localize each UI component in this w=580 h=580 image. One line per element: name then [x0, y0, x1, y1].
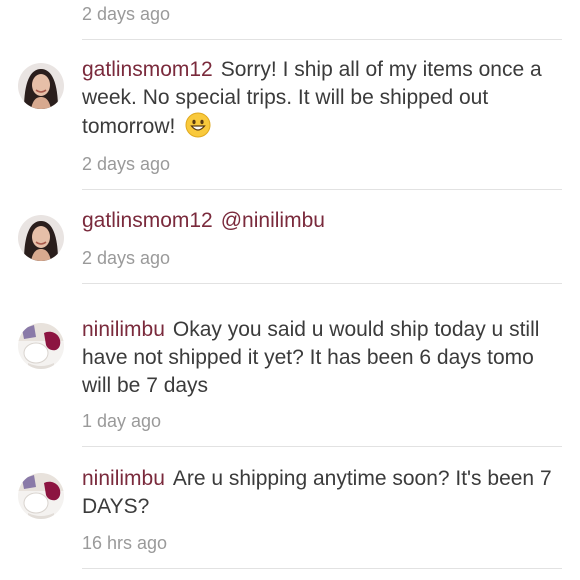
comment-timestamp: 2 days ago [82, 4, 171, 24]
comment-timestamp: 16 hrs ago [82, 533, 168, 553]
comment-timestamp: 2 days ago [82, 248, 171, 268]
comment-username[interactable]: gatlinsmom12 [82, 209, 213, 232]
comment-divider [82, 39, 562, 40]
comment-username[interactable]: ninilimbu [82, 318, 165, 341]
comment-divider [82, 446, 562, 447]
comment-body: gatlinsmom12 @ninilimbu [82, 207, 552, 235]
user-avatar-ninilimbu[interactable] [18, 323, 64, 369]
comment-divider [82, 283, 562, 284]
avatar-photo [18, 215, 64, 261]
comment-mention[interactable]: @ninilimbu [221, 209, 325, 232]
comment-timestamp: 2 days ago [82, 154, 171, 174]
comment-body: ninilimbu Okay you said u would ship toda… [82, 316, 552, 400]
comment-divider [82, 568, 562, 569]
comment-feed: 2 days ago gatlinsmom12 Sorry! I ship all… [0, 0, 580, 580]
avatar-photo [18, 473, 64, 519]
user-avatar-ninilimbu[interactable] [18, 473, 64, 519]
avatar-photo [18, 63, 64, 109]
comment-username[interactable]: ninilimbu [82, 467, 165, 490]
user-avatar-gatlinsmom12[interactable] [18, 215, 64, 261]
grinning-face-emoji-icon [185, 112, 211, 138]
avatar-photo [18, 323, 64, 369]
user-avatar-gatlinsmom12[interactable] [18, 63, 64, 109]
comment-body: ninilimbu Are u shipping anytime soon? It… [82, 465, 552, 521]
comment-body: gatlinsmom12 Sorry! I ship all of my item… [82, 56, 552, 141]
comment-divider [82, 189, 562, 190]
comment-username[interactable]: gatlinsmom12 [82, 58, 213, 81]
comment-timestamp: 1 day ago [82, 411, 162, 431]
